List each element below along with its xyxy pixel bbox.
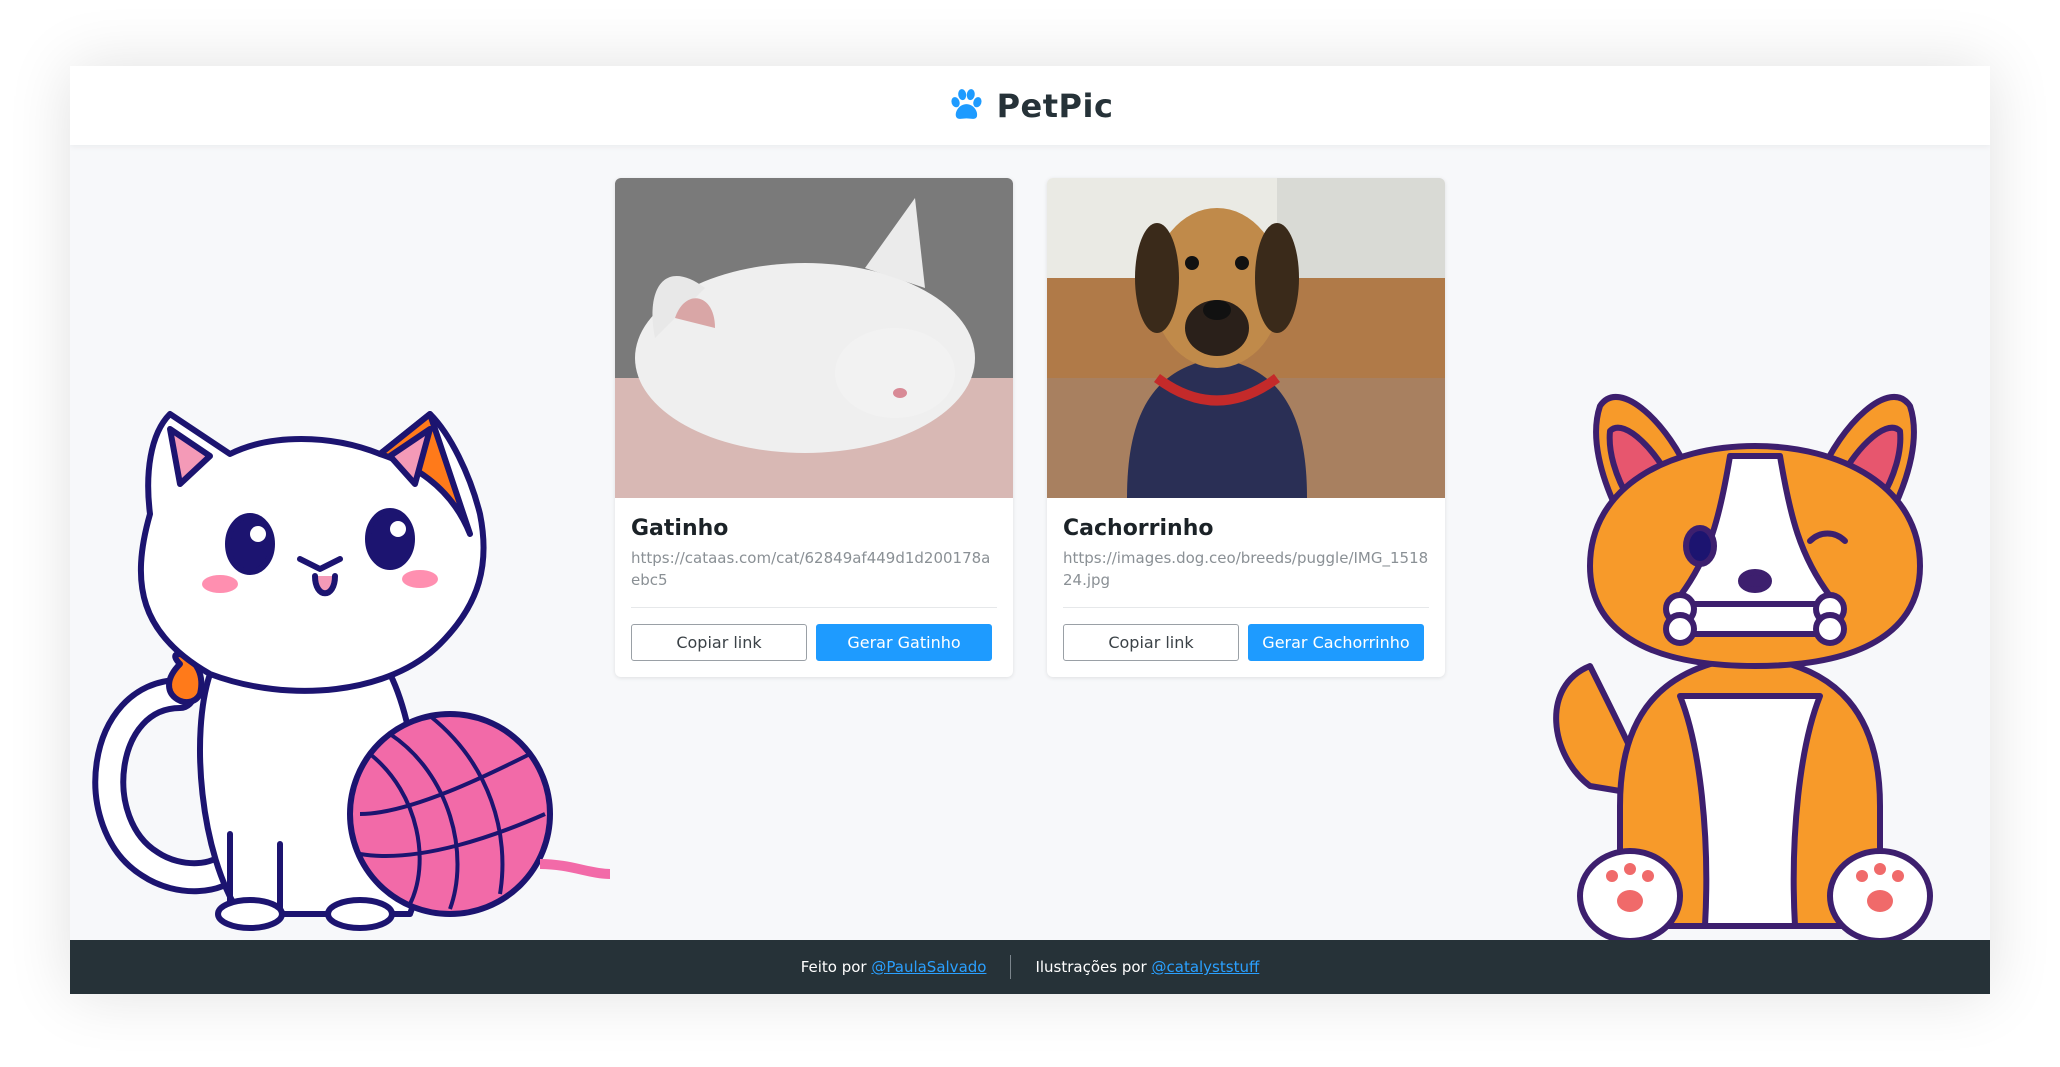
cat-card-url: https://cataas.com/cat/62849af449d1d2001… (631, 549, 991, 589)
copy-cat-link-button[interactable]: Copiar link (631, 624, 807, 661)
generate-dog-button[interactable]: Gerar Cachorrinho (1248, 624, 1424, 661)
dog-illustration (1553, 394, 1933, 944)
cards-container: Gatinho https://cataas.com/cat/62849af44… (615, 178, 1445, 677)
header: PetPic (70, 66, 1990, 145)
illustrator-link[interactable]: @catalyststuff (1152, 958, 1260, 976)
copy-dog-link-button[interactable]: Copiar link (1063, 624, 1239, 661)
dog-card-buttons: Copiar link Gerar Cachorrinho (1063, 624, 1429, 661)
made-by-label: Feito por (800, 958, 867, 976)
dog-card-url: https://images.dog.ceo/breeds/puggle/IMG… (1063, 549, 1429, 589)
card-divider (631, 607, 997, 608)
app-frame: PetPic Gatinho https://cataas.com/cat/62… (70, 66, 1990, 994)
dog-photo (1047, 178, 1445, 498)
cat-illustration (92, 411, 610, 931)
illustrations-label: Ilustrações por (1035, 958, 1147, 976)
dog-card-title: Cachorrinho (1063, 516, 1214, 541)
generate-cat-button[interactable]: Gerar Gatinho (816, 624, 992, 661)
cat-card-title: Gatinho (631, 516, 729, 541)
app-title: PetPic (996, 86, 1114, 125)
paw-icon (950, 88, 982, 119)
cat-card-buttons: Copiar link Gerar Gatinho (631, 624, 997, 661)
footer: Feito por @PaulaSalvado Ilustrações por … (70, 940, 1990, 994)
footer-separator (1010, 955, 1012, 979)
card-divider (1063, 607, 1429, 608)
cat-card: Gatinho https://cataas.com/cat/62849af44… (615, 178, 1013, 677)
dog-card: Cachorrinho https://images.dog.ceo/breed… (1047, 178, 1445, 677)
cat-photo (615, 178, 1013, 498)
author-link[interactable]: @PaulaSalvado (871, 958, 986, 976)
